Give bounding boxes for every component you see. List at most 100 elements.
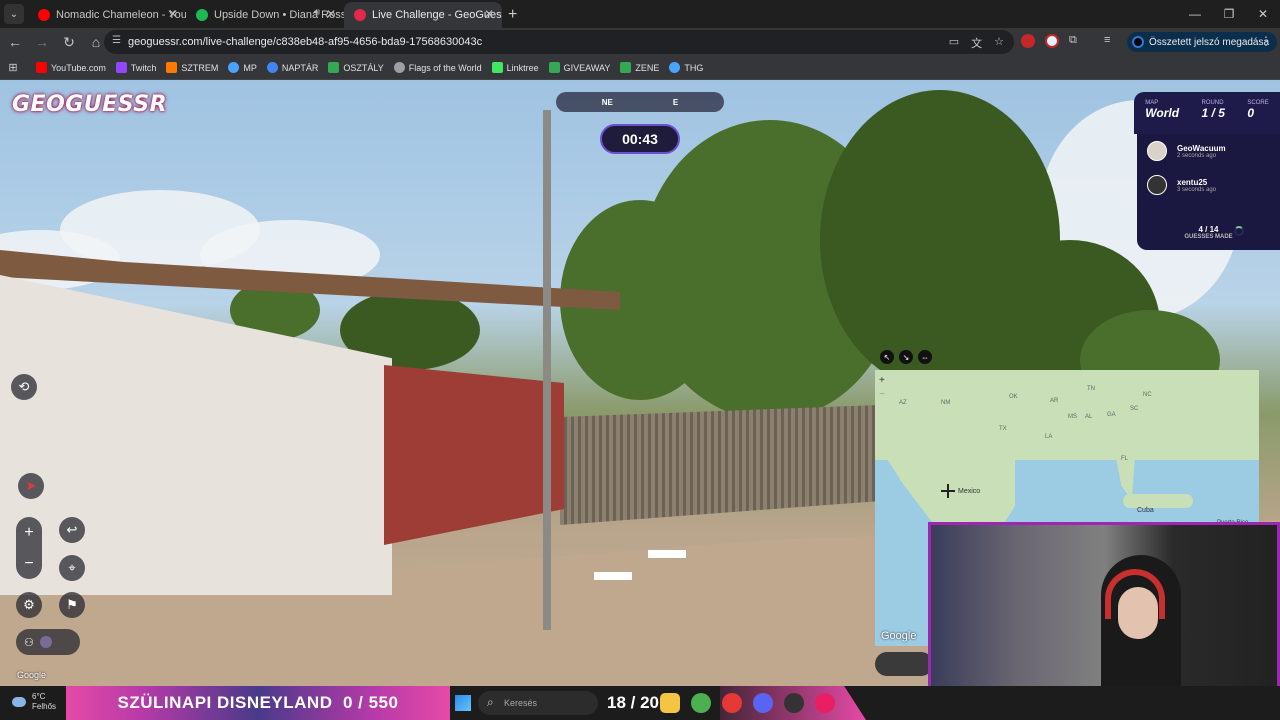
- bookmark-youtube[interactable]: YouTube.com: [36, 62, 106, 73]
- state-label: AL: [1085, 414, 1093, 420]
- bookmark-flags[interactable]: Flags of the World: [393, 62, 482, 73]
- bookmark-zene[interactable]: ZENE: [620, 62, 659, 73]
- compass-needle-button[interactable]: ➤: [18, 473, 44, 499]
- tab-youtube[interactable]: Nomadic Chameleon - YouTube ✕: [28, 2, 186, 28]
- tab-search-button[interactable]: ⌄: [4, 4, 24, 24]
- bookmark-naptar[interactable]: NAPTÁR: [266, 62, 318, 73]
- bookmarks-bar: ⊞ YouTube.com Twitch SZTREM MP NAPTÁR OS…: [0, 56, 1280, 80]
- tab-geoguessr[interactable]: Live Challenge - GeoGuessr ✕: [344, 2, 502, 28]
- game-status-panel: MAP World ROUND 1 / 5 SCORE 0: [1134, 92, 1280, 134]
- state-label: TN: [1087, 386, 1095, 392]
- extension-icon[interactable]: [1021, 34, 1035, 48]
- address-bar[interactable]: ☰ geoguessr.com/live-challenge/c838eb48-…: [104, 30, 1014, 54]
- windows-start-icon[interactable]: [455, 695, 471, 711]
- state-label: GA: [1107, 412, 1116, 418]
- street-view-panorama[interactable]: GEOGUESSR NE E 00:43 MAP World ROUND 1 /…: [0, 80, 1280, 720]
- close-window-icon[interactable]: ✕: [1246, 0, 1280, 28]
- map-cursor-crosshair: [941, 484, 955, 498]
- close-icon[interactable]: ✕: [326, 7, 336, 21]
- sheets-icon: [328, 62, 340, 73]
- map-shrink-icon[interactable]: ↘: [899, 350, 913, 364]
- speaker-icon[interactable]: 🔊︎: [314, 7, 320, 18]
- linktree-icon: [491, 62, 503, 73]
- zoom-out-button[interactable]: −: [24, 555, 33, 573]
- site-info-icon[interactable]: ☰: [112, 35, 121, 46]
- goal-count: 0 / 550: [342, 693, 399, 712]
- undo-move-button[interactable]: ↩: [59, 517, 85, 543]
- chrome-profile-icon[interactable]: [815, 693, 835, 713]
- bookmark-label: GIVEAWAY: [563, 62, 611, 73]
- state-label: AZ: [899, 400, 907, 406]
- minimap-zoom-out[interactable]: −: [879, 388, 885, 402]
- settings-gear-button[interactable]: ⚙: [16, 592, 42, 618]
- tab-spotify[interactable]: Upside Down • Diana Ross 🔊︎ ✕: [186, 2, 344, 28]
- move-arrow[interactable]: [648, 550, 686, 558]
- red-wall: [384, 365, 564, 545]
- translate-icon[interactable]: 文: [971, 35, 982, 51]
- bookmark-osztaly[interactable]: OSZTÁLY: [328, 62, 384, 73]
- state-label: TX: [999, 426, 1007, 432]
- file-explorer-icon[interactable]: [660, 693, 680, 713]
- report-location-button[interactable]: ⟲: [11, 374, 37, 400]
- zoom-in-button[interactable]: +: [24, 524, 33, 542]
- country-label-cuba: Cuba: [1137, 507, 1154, 514]
- weather-widget[interactable]: 6°C Felhős: [12, 692, 56, 712]
- profile-icon: [1132, 36, 1144, 48]
- puzzle-extensions-icon[interactable]: ⧉: [1069, 34, 1083, 48]
- return-to-start-button[interactable]: ⌖: [59, 555, 85, 581]
- guess-button[interactable]: [875, 652, 933, 676]
- password-suggest-button[interactable]: Összetett jelszó megadása: [1127, 32, 1278, 52]
- bookmark-mp[interactable]: MP: [228, 62, 257, 73]
- stream-goal-banner: SZÜLINAPI DISNEYLAND 0 / 550: [66, 686, 450, 720]
- taskbar-search[interactable]: Keresés: [478, 691, 598, 715]
- florida-landmass: [1111, 430, 1137, 500]
- obs-icon[interactable]: [784, 693, 804, 713]
- extension-icon[interactable]: [1045, 34, 1059, 48]
- avatar: [1147, 175, 1167, 195]
- forward-icon[interactable]: →: [30, 30, 54, 54]
- bookmark-label: YouTube.com: [51, 62, 106, 73]
- bookmark-label: SZTREM: [181, 62, 219, 73]
- bookmark-twitch[interactable]: Twitch: [115, 62, 156, 73]
- restore-icon[interactable]: ❐: [1212, 0, 1246, 28]
- player-name: xentu25: [1177, 177, 1208, 187]
- browser-toolbar: ← → ↻ ⌂ ☰ geoguessr.com/live-challenge/c…: [0, 28, 1280, 56]
- minimize-icon[interactable]: —: [1178, 0, 1212, 28]
- menu-dots-icon[interactable]: ⋮: [1260, 34, 1272, 48]
- chrome-icon[interactable]: [691, 693, 711, 713]
- media-icon[interactable]: ≡: [1104, 34, 1118, 48]
- back-icon[interactable]: ←: [3, 30, 27, 54]
- bookmark-sztrem[interactable]: SZTREM: [166, 62, 218, 73]
- reload-icon[interactable]: ↻: [57, 30, 81, 54]
- move-arrow[interactable]: [594, 572, 632, 580]
- cast-icon[interactable]: ▭: [949, 35, 959, 51]
- close-icon[interactable]: ✕: [484, 7, 494, 21]
- checkpoint-flag-button[interactable]: ⚑: [59, 592, 85, 618]
- bookmark-star-icon[interactable]: ☆: [994, 35, 1004, 51]
- map-pin-icon[interactable]: ⇔: [918, 350, 932, 364]
- apps-grid-icon[interactable]: ⊞: [0, 61, 26, 74]
- players-panel: GeoWacuum 2 seconds ago xentu25 3 second…: [1137, 134, 1280, 250]
- team-chat-button[interactable]: ⚇: [16, 629, 80, 655]
- round-info: ROUND 1 / 5: [1202, 100, 1225, 134]
- map-info: MAP World: [1145, 100, 1179, 134]
- minimap-zoom-in[interactable]: +: [879, 374, 885, 388]
- state-label: SC: [1130, 406, 1139, 412]
- bookmark-thg[interactable]: THG: [669, 62, 703, 73]
- weather-desc: Felhős: [32, 702, 57, 711]
- geoguessr-logo[interactable]: GEOGUESSR: [12, 92, 167, 117]
- bookmark-label: Flags of the World: [408, 62, 482, 73]
- opera-icon[interactable]: [722, 693, 742, 713]
- map-expand-icon[interactable]: ↖: [880, 350, 894, 364]
- new-tab-button[interactable]: +: [508, 6, 517, 24]
- bookmark-giveaway[interactable]: GIVEAWAY: [548, 62, 611, 73]
- bookmark-label: ZENE: [635, 62, 660, 73]
- score-info: SCORE 0: [1247, 100, 1268, 134]
- weather-temp: 6°C: [32, 692, 46, 701]
- bookmark-linktree[interactable]: Linktree: [491, 62, 539, 73]
- round-value: 1 / 5: [1201, 106, 1225, 120]
- avatar: [1147, 141, 1167, 161]
- discord-icon[interactable]: [753, 693, 773, 713]
- close-icon[interactable]: ✕: [168, 7, 178, 21]
- tab-title: Live Challenge - GeoGuessr: [372, 9, 502, 21]
